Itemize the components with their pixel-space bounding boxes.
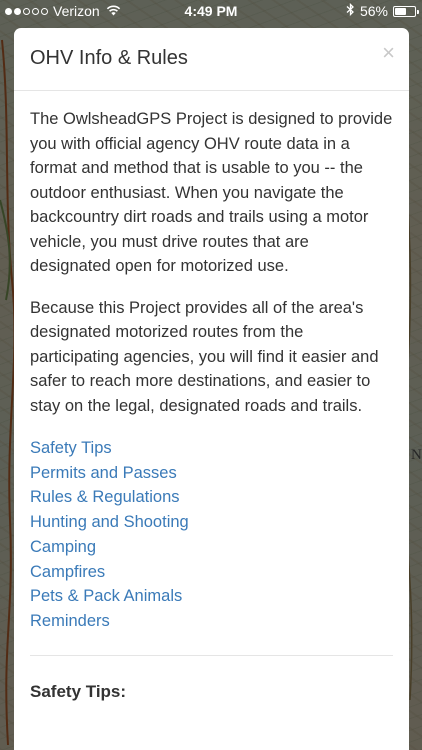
battery-fill [395,7,406,15]
modal-header: OHV Info & Rules × [14,28,409,91]
status-right: 56% [346,2,419,19]
link-reminders[interactable]: Reminders [30,609,393,634]
section-heading-safety-tips: Safety Tips: [30,681,127,701]
link-campfires[interactable]: Campfires [30,560,393,585]
link-safety-tips[interactable]: Safety Tips [30,436,393,461]
link-hunting-and-shooting[interactable]: Hunting and Shooting [30,510,393,535]
bluetooth-icon [346,2,355,19]
link-permits-and-passes[interactable]: Permits and Passes [30,461,393,486]
topic-link-list: Safety Tips Permits and Passes Rules & R… [30,436,393,634]
section-divider [30,654,393,656]
link-camping[interactable]: Camping [30,535,393,560]
status-bar: Verizon 4:49 PM 56% [0,0,422,22]
link-pets-pack-animals[interactable]: Pets & Pack Animals [30,584,393,609]
modal-title: OHV Info & Rules [30,47,188,69]
intro-paragraph: The OwlsheadGPS Project is designed to p… [30,110,393,275]
info-modal: OHV Info & Rules × The OwlsheadGPS Proje… [14,28,409,750]
battery-icon [393,5,419,17]
screen: NA Verizon 4:49 PM [0,0,422,750]
battery-percent: 56% [359,3,388,19]
project-paragraph: Because this Project provides all of the… [30,298,379,415]
link-rules-regulations[interactable]: Rules & Regulations [30,485,393,510]
battery-cap [417,9,419,14]
modal-body[interactable]: The OwlsheadGPS Project is designed to p… [14,91,409,702]
close-icon[interactable]: × [382,42,395,64]
